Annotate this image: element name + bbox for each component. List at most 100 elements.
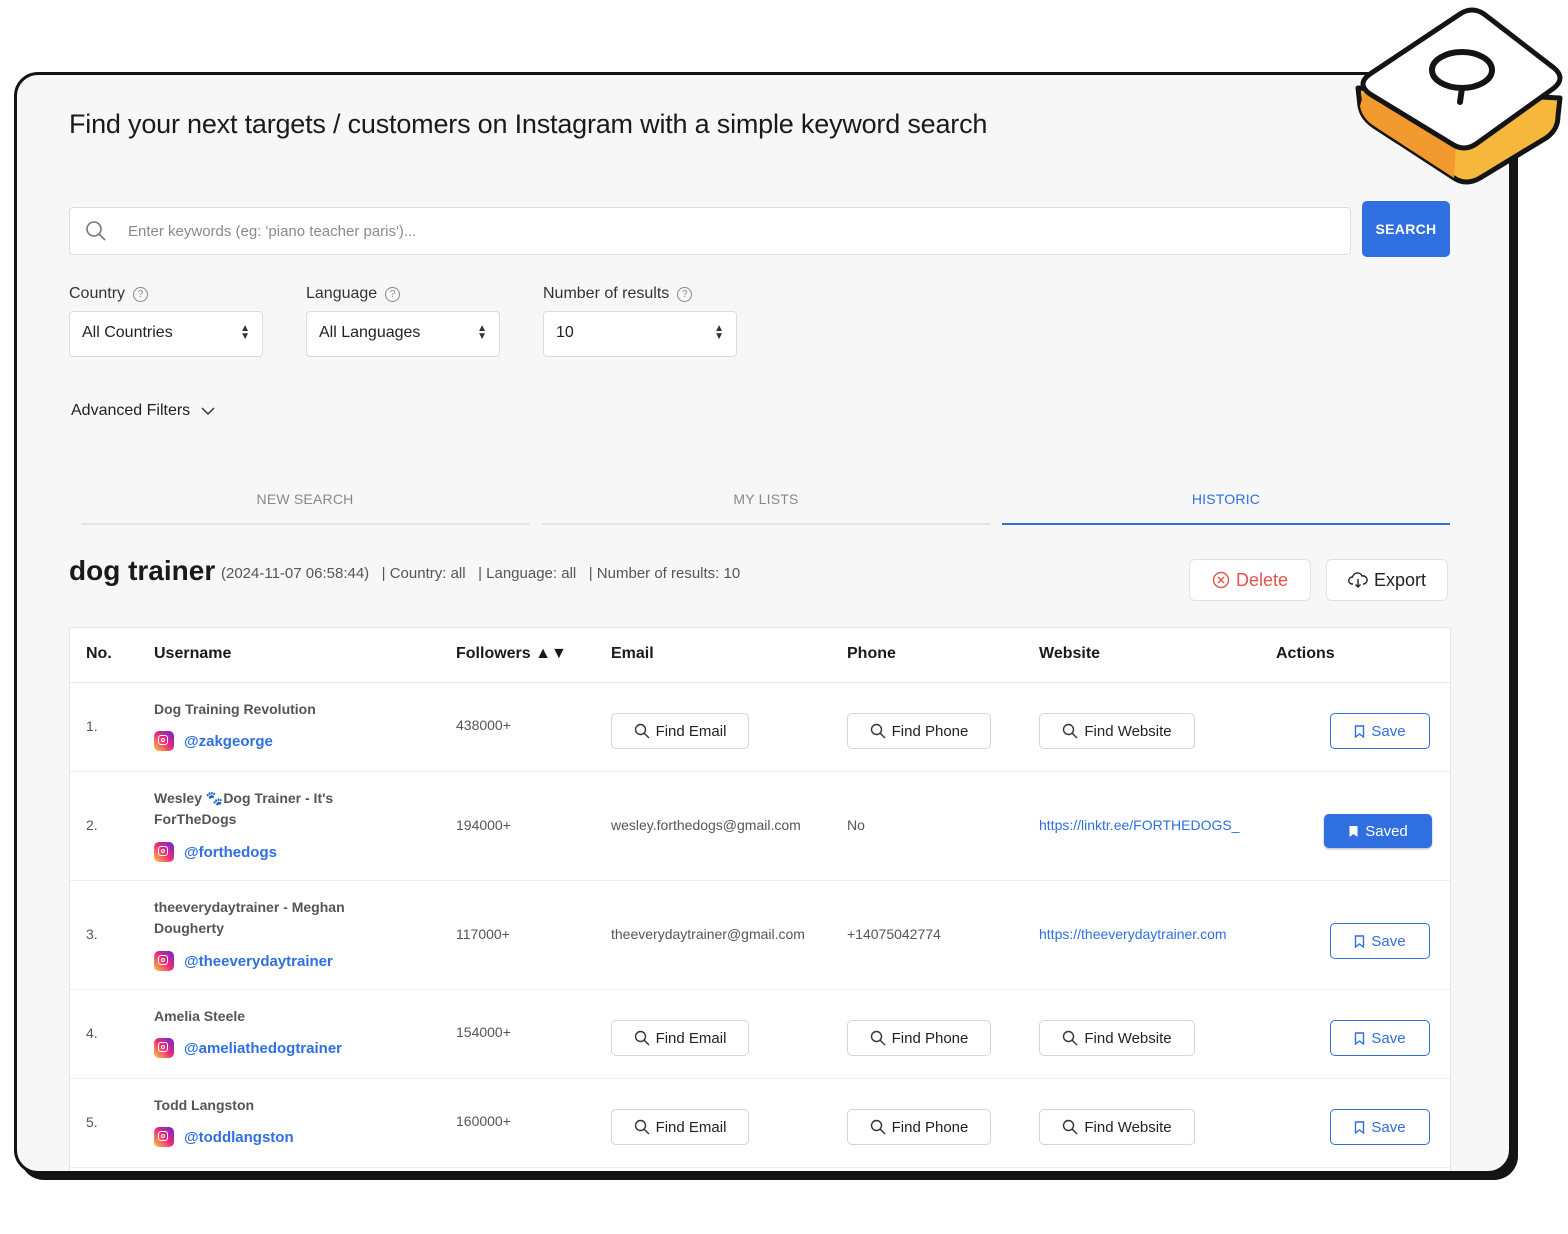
instagram-icon [154,951,174,971]
table-row: 4. Amelia Steele @ameliathedogtrainer 15… [70,990,1450,1079]
bookmark-icon [1349,825,1358,837]
phone-value: +14075042774 [847,926,941,942]
results-label: Number of results ? [543,285,693,303]
search-icon [1063,1030,1078,1046]
saved-button[interactable]: Saved [1324,814,1432,848]
header-actions: Actions [1276,645,1335,662]
search-icon [634,723,650,739]
search-button[interactable]: SEARCH [1362,201,1450,257]
search-icon [1063,1119,1078,1135]
find-phone-button[interactable]: Find Phone [847,713,991,749]
find-phone-button[interactable]: Find Phone [847,1020,991,1056]
search-icon [870,723,886,739]
advanced-filters-toggle[interactable]: Advanced Filters [71,402,216,420]
find-website-button[interactable]: Find Website [1039,713,1195,749]
search-icon [634,1119,650,1135]
website-link[interactable]: https://theeverydaytrainer.com [1039,926,1227,942]
row-number: 4. [86,1025,98,1041]
username-name: Todd Langston [154,1097,255,1113]
website-link[interactable]: https://linktr.ee/FORTHEDOGS_ [1039,817,1239,833]
header-email: Email [611,645,654,662]
bookmark-icon [1355,1031,1365,1045]
tab-new-search[interactable]: NEW SEARCH [81,485,529,525]
followers-count: 194000+ [456,817,511,833]
username-handle[interactable]: @toddlangston [154,1127,294,1147]
username-handle[interactable]: @theeverydaytrainer [154,951,333,971]
search-input[interactable] [126,208,1330,254]
chevron-down-icon [201,407,215,416]
followers-count: 160000+ [456,1113,511,1129]
page-title: Find your next targets / customers on In… [69,109,988,139]
instagram-icon [154,842,174,862]
instagram-icon [154,1127,174,1147]
tab-bar: NEW SEARCH MY LISTS HISTORIC [81,485,1451,525]
username-name: Dog Training Revolution [154,701,316,717]
search-icon [86,221,106,241]
username-handle[interactable]: @ameliathedogtrainer [154,1038,342,1058]
bookmark-icon [1355,724,1365,738]
export-button[interactable]: Export [1326,559,1448,601]
bookmark-icon [1355,934,1365,948]
help-icon[interactable]: ? [677,286,693,302]
find-email-button[interactable]: Find Email [611,1020,749,1056]
language-label: Language ? [306,285,401,303]
row-number: 3. [86,926,98,942]
username-handle[interactable]: @zakgeorge [154,731,273,751]
save-button[interactable]: Save [1330,713,1430,749]
header-followers[interactable]: Followers ▲▼ [456,645,567,663]
select-arrows-icon: ▲ ▼ [240,323,250,342]
save-button[interactable]: Save [1330,923,1430,959]
username-handle[interactable]: @forthedogs [154,842,277,862]
username-name: Wesley 🐾Dog Trainer - It's ForTheDogs [154,790,334,827]
language-select[interactable]: All Languages ▲ ▼ [306,311,500,357]
delete-icon [1212,571,1230,589]
instagram-icon [154,1038,174,1058]
table-row: 5. Todd Langston @toddlangston 160000+ F… [70,1079,1450,1168]
table-row: 2. Wesley 🐾Dog Trainer - It's ForTheDogs… [70,772,1450,881]
tab-historic[interactable]: HISTORIC [1002,485,1450,525]
table-row: 1. Dog Training Revolution @zakgeorge 43… [70,683,1450,772]
find-phone-button[interactable]: Find Phone [847,1109,991,1145]
bookmark-icon [1355,1120,1365,1134]
search-panel: Find your next targets / customers on In… [14,72,1512,1174]
phone-value: No [847,817,865,833]
country-label: Country ? [69,285,149,303]
search-icon [1063,723,1078,739]
username-name: theeverydaytrainer - Meghan Dougherty [154,899,345,936]
find-email-button[interactable]: Find Email [611,713,749,749]
search-meta: (2024-11-07 06:58:44) | Country: all | L… [221,565,741,582]
table-row: 3. theeverydaytrainer - Meghan Dougherty… [70,881,1450,990]
results-select[interactable]: 10 ▲ ▼ [543,311,737,357]
tab-my-lists[interactable]: MY LISTS [542,485,990,525]
find-email-button[interactable]: Find Email [611,1109,749,1145]
help-icon[interactable]: ? [133,286,149,302]
header-username: Username [154,645,232,662]
results-table: No. Username Followers ▲▼ Email Phone We… [69,627,1451,1171]
username-name: Amelia Steele [154,1008,246,1024]
row-number: 2. [86,817,98,833]
row-number: 5. [86,1114,98,1130]
header-website: Website [1039,645,1101,662]
instagram-icon [154,731,174,751]
help-icon[interactable]: ? [385,286,401,302]
save-button[interactable]: Save [1330,1020,1430,1056]
followers-count: 438000+ [456,717,511,733]
delete-button[interactable]: Delete [1189,559,1311,601]
search-key-badge-icon [1355,7,1563,185]
email-value: wesley.forthedogs@gmail.com [611,817,801,833]
email-value: theeverydaytrainer@gmail.com [611,926,805,942]
header-no: No. [86,645,112,662]
search-query-title: dog trainer [69,555,216,586]
search-field[interactable] [69,207,1351,255]
cloud-download-icon [1348,572,1368,588]
save-button[interactable]: Save [1330,1109,1430,1145]
search-icon [870,1119,886,1135]
followers-count: 117000+ [456,926,510,942]
find-website-button[interactable]: Find Website [1039,1020,1195,1056]
header-phone: Phone [847,645,896,662]
country-select[interactable]: All Countries ▲ ▼ [69,311,263,357]
find-website-button[interactable]: Find Website [1039,1109,1195,1145]
row-number: 1. [86,718,98,734]
search-icon [634,1030,650,1046]
select-arrows-icon: ▲ ▼ [477,323,487,342]
